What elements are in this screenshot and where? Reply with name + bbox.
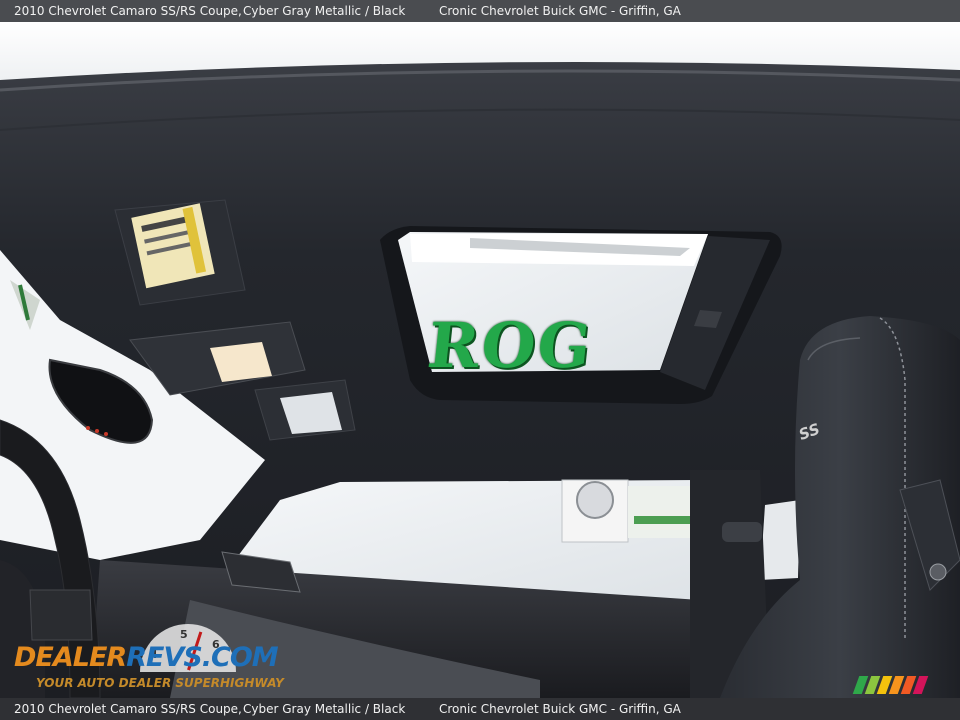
sunroof-view: ROG xyxy=(412,256,708,394)
logo-part-dealer: DEALER xyxy=(14,642,127,673)
car-interior-photo: ROG SS xyxy=(0,22,960,698)
caption-dealer: Cronic Chevrolet Buick GMC - Griffin, GA xyxy=(439,4,681,18)
stripes-logo-icon xyxy=(852,676,936,694)
watermark-tagline: YOUR AUTO DEALER SUPERHIGHWAY xyxy=(36,676,284,690)
dealership-sign-text: ROG xyxy=(424,309,597,382)
caption-bar-top: 2010 Chevrolet Camaro SS/RS Coupe, Cyber… xyxy=(0,0,960,22)
caption-title-bottom: 2010 Chevrolet Camaro SS/RS Coupe, xyxy=(14,702,242,716)
caption-title: 2010 Chevrolet Camaro SS/RS Coupe, xyxy=(14,4,242,18)
caption-dealer-bottom: Cronic Chevrolet Buick GMC - Griffin, GA xyxy=(439,702,681,716)
caption-color: Cyber Gray Metallic / Black xyxy=(243,4,406,18)
dealerrevs-logo: DEALERREVS.COM xyxy=(14,642,279,673)
logo-part-revs: REVS.COM xyxy=(126,642,278,673)
caption-bar-bottom: 2010 Chevrolet Camaro SS/RS Coupe, Cyber… xyxy=(0,698,960,720)
caption-color-bottom: Cyber Gray Metallic / Black xyxy=(243,702,406,716)
dial-number: 5 xyxy=(180,628,188,641)
dealerrevs-watermark: 4 5 6 DEALERREVS.COM YOUR AUTO DEALER SU… xyxy=(10,624,284,698)
